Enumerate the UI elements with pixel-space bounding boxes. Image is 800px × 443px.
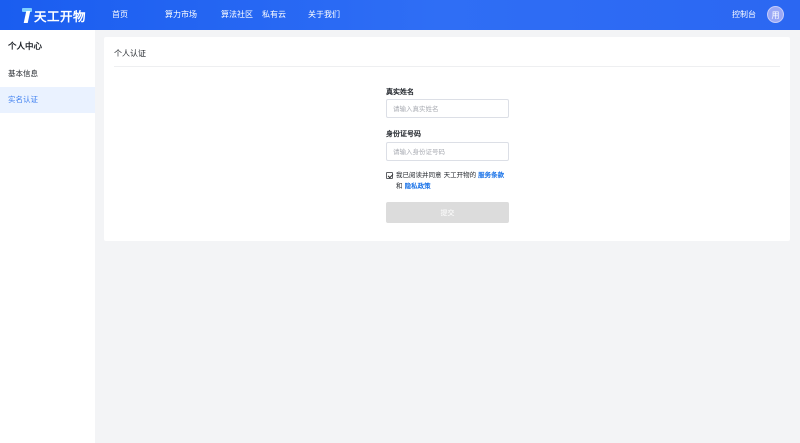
- agreement-line-2: 和 隐私政策: [396, 181, 431, 192]
- terms-of-service-link[interactable]: 服务条款: [478, 171, 504, 179]
- real-name-input[interactable]: [386, 99, 509, 118]
- privacy-policy-link[interactable]: 隐私政策: [405, 182, 431, 190]
- page-title: 个人认证: [114, 49, 146, 58]
- id-number-label: 身份证号码: [386, 130, 421, 138]
- sidebar-item-real-name-auth[interactable]: 实名认证: [0, 87, 95, 113]
- avatar[interactable]: 用: [767, 6, 784, 23]
- id-number-input[interactable]: [386, 142, 509, 161]
- nav-item-compute-market[interactable]: 算力市场: [165, 0, 197, 30]
- sidebar-title: 个人中心: [8, 42, 43, 52]
- nav-item-home[interactable]: 首页: [112, 0, 128, 30]
- sidebar-item-basic-info[interactable]: 基本信息: [0, 61, 95, 87]
- main-nav: 首页 算力市场 算法社区 私有云 关于我们: [0, 0, 800, 30]
- console-link[interactable]: 控制台: [732, 0, 756, 30]
- agreement-checkbox[interactable]: [386, 172, 393, 179]
- name-label: 真实姓名: [386, 88, 414, 96]
- title-divider: [114, 66, 780, 67]
- submit-button[interactable]: 提交: [386, 202, 509, 223]
- auth-card: 个人认证 真实姓名 身份证号码 我已阅读并同意 天工开物的 服务条款 和 隐私政…: [104, 37, 790, 241]
- nav-item-algorithm-community[interactable]: 算法社区: [221, 0, 253, 30]
- agreement-line-1: 我已阅读并同意 天工开物的 服务条款: [396, 170, 504, 181]
- nav-item-about-us[interactable]: 关于我们: [308, 0, 340, 30]
- agreement-text: 我已阅读并同意 天工开物的: [396, 171, 477, 179]
- nav-item-private-cloud[interactable]: 私有云: [262, 0, 286, 30]
- top-nav-bar: 天工开物 首页 算力市场 算法社区 私有云 关于我们 控制台 用: [0, 0, 800, 30]
- and-text: 和: [396, 182, 403, 190]
- sidebar: 个人中心 基本信息 实名认证: [0, 30, 95, 443]
